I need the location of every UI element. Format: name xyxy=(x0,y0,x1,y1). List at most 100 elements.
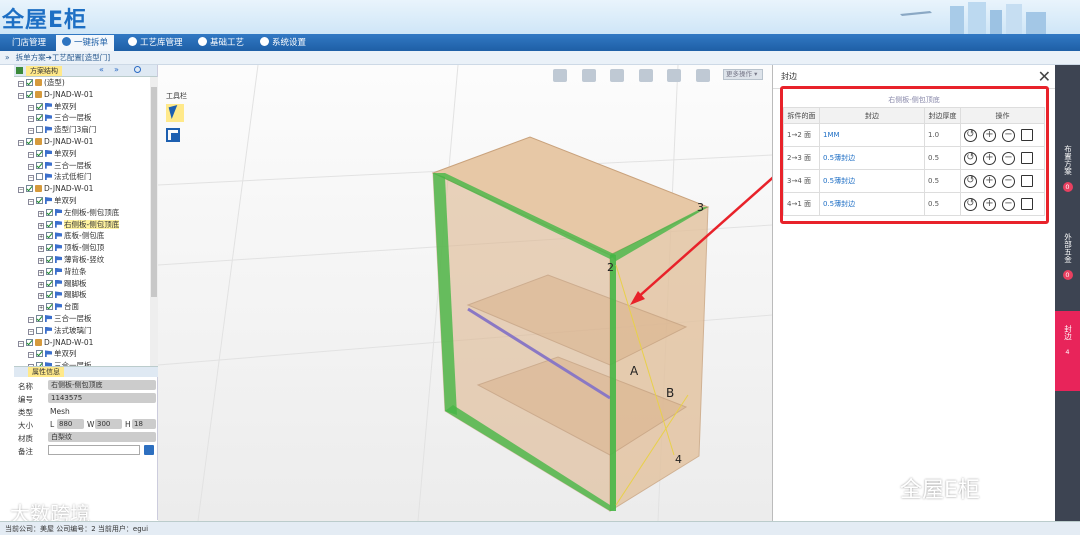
tab-layout-plan[interactable]: 布置方案 0 xyxy=(1055,145,1080,192)
tree-checkbox[interactable] xyxy=(36,173,43,181)
tree-node[interactable]: + 踢脚板 xyxy=(14,278,150,290)
tree-checkbox[interactable] xyxy=(36,149,43,157)
tree-checkbox[interactable] xyxy=(26,79,33,86)
expand-toggle-icon[interactable]: − xyxy=(28,316,34,323)
tree-node[interactable]: − (造型) xyxy=(14,77,150,89)
tree-node[interactable]: − 单双列 xyxy=(14,348,150,360)
expand-toggle-icon[interactable]: − xyxy=(28,198,34,205)
tab-basic-process[interactable]: 基础工艺 xyxy=(192,35,250,51)
tree-node[interactable]: − 法式玻璃门 xyxy=(14,325,150,337)
expand-toggle-icon[interactable]: − xyxy=(28,352,34,359)
expand-toggle-icon[interactable]: + xyxy=(38,281,44,288)
tree-node[interactable]: + 左侧板-侧包顶底 xyxy=(14,207,150,219)
expand-toggle-icon[interactable]: + xyxy=(38,269,44,276)
tree-checkbox[interactable] xyxy=(26,90,33,98)
tree-node[interactable]: + 薄背板-竖纹 xyxy=(14,254,150,266)
tree-checkbox[interactable] xyxy=(36,314,43,322)
tree-checkbox[interactable] xyxy=(46,255,53,263)
expand-toggle-icon[interactable]: + xyxy=(38,222,44,229)
tree-node[interactable]: − D-JNAD-W-01 xyxy=(14,136,150,148)
expand-toggle-icon[interactable]: − xyxy=(28,104,34,111)
tree-node[interactable]: − 三合一层板 xyxy=(14,313,150,325)
material-field[interactable]: 白梨纹 xyxy=(48,432,156,442)
tree-checkbox[interactable] xyxy=(46,244,53,252)
expand-toggle-icon[interactable]: + xyxy=(38,210,44,217)
expand-toggle-icon[interactable]: − xyxy=(28,128,34,135)
tree-checkbox[interactable] xyxy=(36,196,43,204)
lightning-icon[interactable] xyxy=(695,69,710,82)
save-icon[interactable] xyxy=(144,445,154,455)
note-input[interactable] xyxy=(48,445,140,455)
select-cursor-tool[interactable] xyxy=(166,104,184,122)
tree-checkbox[interactable] xyxy=(26,185,33,193)
expand-all-icon[interactable]: » xyxy=(114,65,119,74)
tree-node[interactable]: − 单双列 xyxy=(14,101,150,113)
tree-checkbox[interactable] xyxy=(46,220,53,228)
tree-node[interactable]: − 造型门3扇门 xyxy=(14,124,150,136)
tree-checkbox[interactable] xyxy=(36,114,43,122)
close-icon[interactable]: ✕ xyxy=(1038,68,1051,86)
tree-node[interactable]: − D-JNAD-W-01 xyxy=(14,337,150,349)
tree-node[interactable]: − D-JNAD-W-01 xyxy=(14,89,150,101)
fit-view-icon[interactable] xyxy=(667,69,682,82)
tree-checkbox[interactable] xyxy=(36,126,43,134)
tab-system-settings[interactable]: 系统设置 xyxy=(254,35,312,51)
expand-toggle-icon[interactable]: − xyxy=(28,163,34,170)
expand-toggle-icon[interactable]: − xyxy=(28,151,34,158)
expand-toggle-icon[interactable]: − xyxy=(18,81,24,87)
layer-view-icon[interactable] xyxy=(638,69,653,82)
tree-checkbox[interactable] xyxy=(36,161,43,169)
expand-toggle-icon[interactable]: − xyxy=(18,92,24,99)
expand-toggle-icon[interactable]: − xyxy=(18,340,24,347)
tree-node[interactable]: − 三合一层板 xyxy=(14,112,150,124)
search-icon[interactable] xyxy=(134,66,141,73)
tab-one-click-split[interactable]: 一键拆单 xyxy=(56,35,115,51)
tree-checkbox[interactable] xyxy=(36,326,43,334)
tab-external-hardware[interactable]: 外部五金 0 xyxy=(1055,233,1080,280)
expand-toggle-icon[interactable]: + xyxy=(38,305,44,312)
collapse-all-icon[interactable]: « xyxy=(99,65,104,74)
cabinet-3d-model[interactable]: 2 3 4 A B xyxy=(158,65,772,521)
grid-view-icon[interactable] xyxy=(610,69,625,82)
tree-node[interactable]: + 底板-侧包底 xyxy=(14,230,150,242)
breadcrumb-expand-icon[interactable]: » xyxy=(5,53,10,62)
name-field[interactable]: 右侧板-侧包顶底 xyxy=(48,380,156,390)
expand-toggle-icon[interactable]: − xyxy=(28,116,34,123)
expand-toggle-icon[interactable]: − xyxy=(28,328,34,335)
tree-checkbox[interactable] xyxy=(46,232,53,240)
tree-node[interactable]: − 单双列 xyxy=(14,195,150,207)
tree-node[interactable]: − 法式低柜门 xyxy=(14,171,150,183)
tree-checkbox[interactable] xyxy=(46,303,53,311)
tab-edge-banding[interactable]: 封边 4 xyxy=(1055,311,1080,391)
more-actions-dropdown[interactable]: 更多操作 ▾ xyxy=(723,69,763,80)
tree-node[interactable]: + 右侧板-侧包顶底 xyxy=(14,219,150,231)
3d-viewport[interactable]: 2 3 4 A B 工具栏 更多操作 ▾ xyxy=(158,65,772,521)
tab-store-management[interactable]: 门店管理 xyxy=(6,35,52,51)
tree-checkbox[interactable] xyxy=(46,208,53,216)
tree-checkbox[interactable] xyxy=(46,291,53,299)
tree-node[interactable]: + 台面 xyxy=(14,301,150,313)
tree-checkbox[interactable] xyxy=(36,350,43,358)
tree-node[interactable]: + 顶板-侧包顶 xyxy=(14,242,150,254)
expand-toggle-icon[interactable]: − xyxy=(18,139,24,146)
tree-node[interactable]: − D-JNAD-W-01 xyxy=(14,183,150,195)
expand-toggle-icon[interactable]: + xyxy=(38,293,44,300)
camera-icon[interactable] xyxy=(581,69,596,82)
code-field[interactable]: 1143575 xyxy=(48,393,156,403)
box-view-icon[interactable] xyxy=(553,69,567,82)
layer-tool[interactable] xyxy=(166,128,180,142)
tree-node[interactable]: + 背拉条 xyxy=(14,266,150,278)
expand-toggle-icon[interactable]: + xyxy=(38,257,44,264)
tree-node[interactable]: − 单双列 xyxy=(14,148,150,160)
expand-toggle-icon[interactable]: − xyxy=(18,187,24,194)
expand-toggle-icon[interactable]: − xyxy=(28,175,34,182)
tree-scrollbar[interactable] xyxy=(150,77,158,377)
tree-menu-icon[interactable] xyxy=(16,67,23,74)
tree-checkbox[interactable] xyxy=(26,338,33,346)
height-field[interactable]: 18 xyxy=(132,419,156,429)
tree-checkbox[interactable] xyxy=(46,279,53,287)
tree-checkbox[interactable] xyxy=(36,102,43,110)
tree-node[interactable]: − 三合一层板 xyxy=(14,160,150,172)
expand-toggle-icon[interactable]: + xyxy=(38,246,44,253)
tab-process-library[interactable]: 工艺库管理 xyxy=(122,35,189,51)
